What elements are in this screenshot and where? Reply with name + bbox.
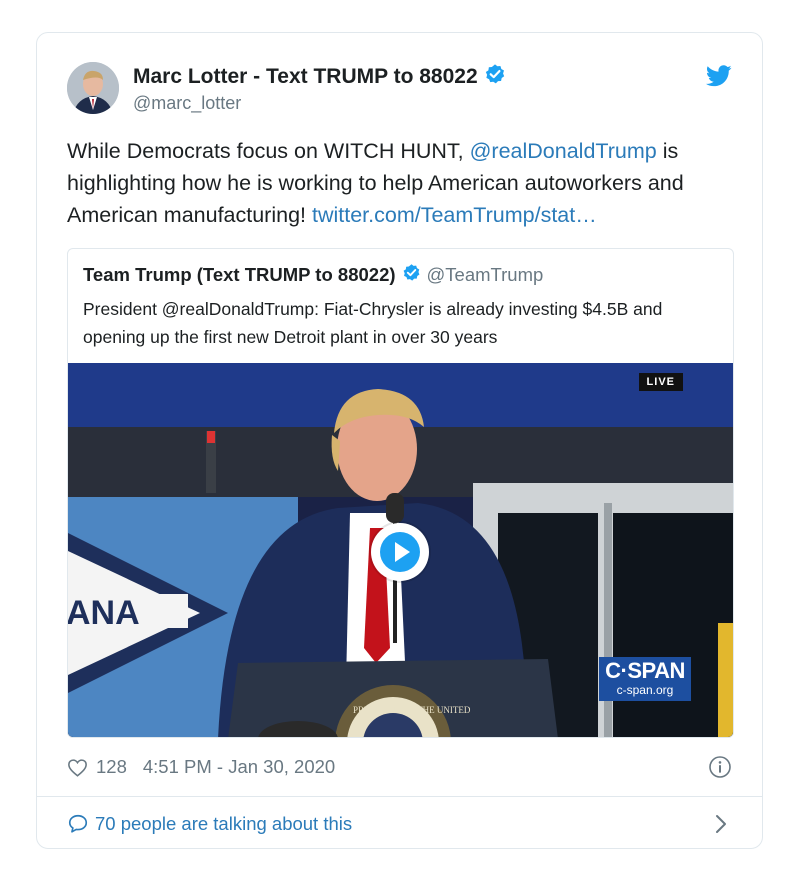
quoted-author-name[interactable]: Team Trump (Text TRUMP to 88022) [83,264,396,286]
tweet-meta: 128 4:51 PM - Jan 30, 2020 [67,756,335,778]
play-icon [380,532,420,572]
cspan-url: c-span.org [616,683,674,697]
author-avatar[interactable] [67,62,119,114]
video-player[interactable]: ANA PRESIDENT OF THE UNITED LIVE C·SPAN … [68,363,733,737]
cspan-logo-text: C·SPAN [605,658,685,683]
tweet-card: Marc Lotter - Text TRUMP to 88022 @marc_… [36,32,763,849]
quoted-tweet[interactable]: Team Trump (Text TRUMP to 88022) @TeamTr… [67,248,734,738]
tweet-link[interactable]: twitter.com/TeamTrump/stat… [312,203,597,227]
quoted-author-handle[interactable]: @TeamTrump [427,264,544,286]
quoted-verified-badge-icon [402,263,421,287]
comment-bubble-icon [67,813,89,835]
info-icon[interactable] [708,755,732,784]
talking-about-text[interactable]: 70 people are talking about this [95,813,352,835]
quoted-tweet-header: Team Trump (Text TRUMP to 88022) @TeamTr… [83,263,543,287]
timestamp[interactable]: 4:51 PM - Jan 30, 2020 [143,756,335,778]
chevron-right-icon[interactable] [714,813,728,840]
footer-divider [37,796,762,797]
author-handle[interactable]: @marc_lotter [133,93,241,114]
play-button[interactable] [371,523,429,581]
heart-icon[interactable] [67,758,88,777]
background-sign-text: ANA [68,594,140,632]
twitter-bird-icon[interactable] [705,65,732,92]
quoted-tweet-text: President @realDonaldTrump: Fiat-Chrysle… [83,299,663,347]
live-badge: LIVE [638,373,683,391]
cspan-logo: C·SPAN c-span.org [599,657,691,701]
presidential-seal-text: PRESIDENT OF THE UNITED [353,705,471,715]
author-name-text[interactable]: Marc Lotter - Text TRUMP to 88022 [133,65,478,89]
tweet-text: While Democrats focus on WITCH HUNT, @re… [67,135,747,231]
tweet-text-part1: While Democrats focus on WITCH HUNT, [67,139,470,163]
talking-about-link[interactable]: 70 people are talking about this [67,813,352,835]
author-name[interactable]: Marc Lotter - Text TRUMP to 88022 [133,63,506,91]
like-count[interactable]: 128 [96,756,127,778]
verified-badge-icon [484,63,506,91]
mention-link[interactable]: @realDonaldTrump [470,139,657,163]
